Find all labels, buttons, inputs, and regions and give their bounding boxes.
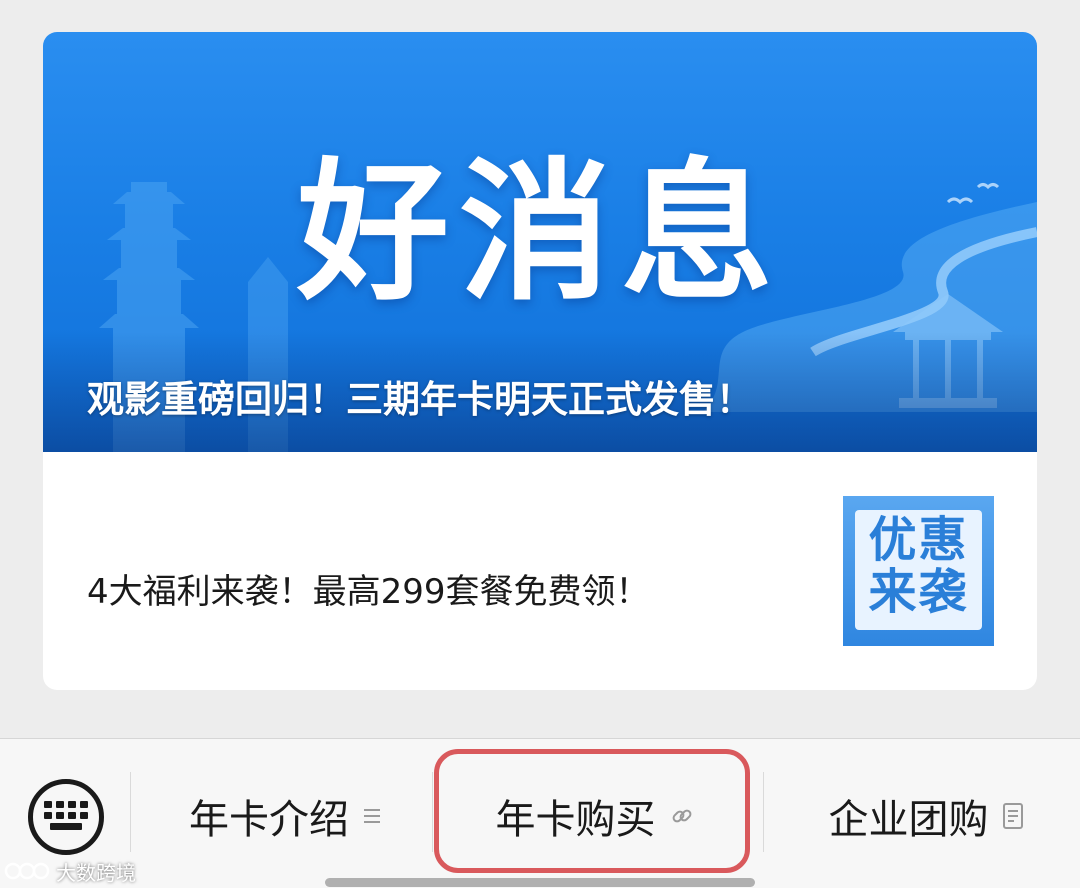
secondary-article-title: 4大福利来袭！最高299套餐免费领！ bbox=[87, 572, 650, 612]
thumbnail-text: 优惠来袭 bbox=[868, 512, 969, 620]
watermark-text: 大数跨境 bbox=[56, 860, 136, 885]
home-indicator[interactable] bbox=[325, 878, 755, 887]
watermark-logo-icon bbox=[4, 862, 50, 880]
menu-item-group-purchase[interactable]: 企业团购 bbox=[783, 781, 1068, 851]
menu-item-card-intro[interactable]: 年卡介绍 bbox=[150, 781, 420, 851]
menu-divider bbox=[432, 772, 433, 852]
list-lines-icon bbox=[364, 809, 380, 823]
feature-article[interactable]: 好消息 观影重磅回归！三期年卡明天正式发售！ bbox=[43, 32, 1037, 452]
watermark: 大数跨境 bbox=[4, 857, 136, 885]
highlight-annotation bbox=[434, 749, 750, 873]
menu-divider bbox=[763, 772, 764, 852]
document-icon bbox=[1002, 803, 1023, 829]
chat-page: 好消息 观影重磅回归！三期年卡明天正式发售！ 4大福利来袭！最高299套餐免费领… bbox=[0, 0, 1080, 888]
banner-headline: 好消息 bbox=[297, 142, 783, 321]
article-thumbnail: 优惠来袭 bbox=[843, 496, 994, 646]
bottom-menu-bar: 年卡介绍 年卡购买 企业团购 大数跨境 bbox=[0, 738, 1080, 888]
menu-item-label: 企业团购 bbox=[828, 797, 989, 843]
secondary-article[interactable]: 4大福利来袭！最高299套餐免费领！ 优惠来袭 bbox=[43, 452, 1037, 690]
feature-article-title: 观影重磅回归！三期年卡明天正式发售！ bbox=[87, 378, 753, 421]
keyboard-toggle-button[interactable] bbox=[28, 779, 104, 855]
article-card: 好消息 观影重磅回归！三期年卡明天正式发售！ 4大福利来袭！最高299套餐免费领… bbox=[43, 32, 1037, 690]
menu-divider bbox=[130, 772, 131, 852]
menu-item-label: 年卡介绍 bbox=[189, 797, 349, 843]
keyboard-icon bbox=[44, 801, 88, 830]
